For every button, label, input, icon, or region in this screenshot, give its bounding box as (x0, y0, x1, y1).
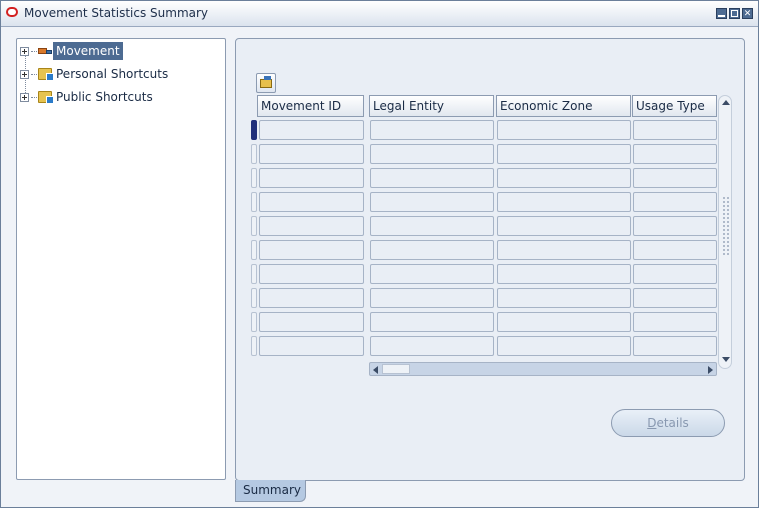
table-cell[interactable] (633, 168, 717, 188)
table-cell[interactable] (497, 216, 631, 236)
tree-item-movement[interactable]: Movement (20, 41, 123, 61)
column-header-movement-id[interactable]: Movement ID (257, 95, 364, 117)
table-cell[interactable] (633, 288, 717, 308)
table-cell[interactable] (497, 336, 631, 356)
tree-branch (31, 73, 37, 75)
scroll-right-icon[interactable] (708, 366, 713, 374)
table-cell[interactable] (370, 336, 494, 356)
table-cell[interactable] (259, 144, 364, 164)
table-cell[interactable] (370, 168, 494, 188)
table-cell[interactable] (370, 264, 494, 284)
table-cell[interactable] (370, 240, 494, 260)
tree-item-public-shortcuts[interactable]: Public Shortcuts (20, 87, 156, 107)
scroll-up-icon[interactable] (722, 100, 730, 105)
row-selector[interactable] (251, 240, 257, 260)
row-selector[interactable] (251, 216, 257, 236)
table-cell[interactable] (633, 264, 717, 284)
table-cell[interactable] (633, 240, 717, 260)
table-cell[interactable] (370, 144, 494, 164)
table-cell[interactable] (497, 168, 631, 188)
table-cell[interactable] (259, 288, 364, 308)
table-cell[interactable] (259, 240, 364, 260)
row-selector[interactable] (251, 264, 257, 284)
tree-item-label: Public Shortcuts (56, 90, 153, 104)
tree-item-label: Personal Shortcuts (56, 67, 169, 81)
table-cell[interactable] (259, 312, 364, 332)
tree-branch (31, 96, 37, 98)
scroll-left-icon[interactable] (373, 366, 378, 374)
table-cell[interactable] (497, 120, 631, 140)
table-cell[interactable] (259, 192, 364, 212)
window-title: Movement Statistics Summary (24, 6, 209, 20)
table-cell[interactable] (497, 264, 631, 284)
table-cell[interactable] (497, 144, 631, 164)
table-cell[interactable] (633, 216, 717, 236)
table-cell[interactable] (259, 264, 364, 284)
details-button[interactable]: Details (611, 409, 725, 437)
table-cell[interactable] (370, 288, 494, 308)
table-cell[interactable] (259, 336, 364, 356)
table-cell[interactable] (370, 312, 494, 332)
table-cell[interactable] (497, 312, 631, 332)
table-cell[interactable] (633, 192, 717, 212)
table-cell[interactable] (633, 144, 717, 164)
table-cell[interactable] (497, 288, 631, 308)
table-cell[interactable] (259, 168, 364, 188)
oracle-logo-icon (6, 7, 18, 17)
window-controls: ✕ (716, 8, 753, 19)
row-selector[interactable] (251, 144, 257, 164)
horizontal-scrollbar[interactable] (369, 362, 717, 376)
row-selector[interactable] (251, 192, 257, 212)
open-folder-icon (260, 76, 272, 88)
vertical-scrollbar[interactable] (718, 95, 732, 369)
table-cell[interactable] (633, 120, 717, 140)
column-header-legal-entity[interactable]: Legal Entity (369, 95, 494, 117)
minimize-icon[interactable] (716, 8, 727, 19)
maximize-icon[interactable] (729, 8, 740, 19)
scroll-down-icon[interactable] (722, 357, 730, 362)
truck-icon (38, 45, 52, 57)
table-cell[interactable] (370, 192, 494, 212)
folder-icon (38, 91, 54, 104)
table-cell[interactable] (633, 336, 717, 356)
row-selector[interactable] (251, 336, 257, 356)
tree-item-label: Movement (53, 42, 123, 60)
row-selector[interactable] (251, 120, 257, 140)
row-selector[interactable] (251, 312, 257, 332)
column-header-usage-type[interactable]: Usage Type (632, 95, 717, 117)
title-bar: Movement Statistics Summary ✕ (1, 1, 758, 27)
close-icon[interactable]: ✕ (742, 8, 753, 19)
expand-icon[interactable] (20, 69, 29, 79)
scroll-grip (722, 196, 729, 256)
folder-icon (38, 68, 54, 81)
table-cell[interactable] (633, 312, 717, 332)
table-cell[interactable] (497, 240, 631, 260)
table-cell[interactable] (497, 192, 631, 212)
tree-item-personal-shortcuts[interactable]: Personal Shortcuts (20, 64, 171, 84)
open-folder-button[interactable] (256, 73, 276, 93)
scroll-thumb[interactable] (382, 364, 410, 374)
row-selector[interactable] (251, 288, 257, 308)
row-selector[interactable] (251, 168, 257, 188)
expand-icon[interactable] (20, 92, 29, 102)
table-cell[interactable] (259, 216, 364, 236)
table-cell[interactable] (370, 120, 494, 140)
tree-branch (31, 50, 37, 52)
column-header-economic-zone[interactable]: Economic Zone (496, 95, 631, 117)
table-cell[interactable] (370, 216, 494, 236)
navigator-tree: Movement Personal Shortcuts Public Short… (16, 38, 226, 480)
tab-summary[interactable]: Summary (235, 480, 306, 502)
table-cell[interactable] (259, 120, 364, 140)
details-label: etails (656, 416, 689, 430)
expand-icon[interactable] (20, 46, 29, 56)
